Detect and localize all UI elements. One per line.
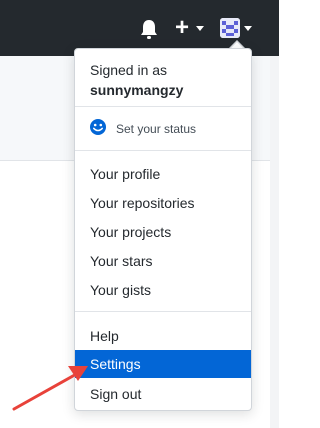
page-scroll-strip — [270, 56, 279, 428]
chevron-down-icon[interactable] — [196, 26, 204, 31]
menu-item-label: Sign out — [90, 386, 142, 402]
menu-item-sign-out[interactable]: Sign out — [75, 380, 251, 408]
menu-item-label: Settings — [90, 356, 141, 372]
divider — [75, 311, 251, 312]
menu-item-your-projects[interactable]: Your projects — [75, 218, 251, 246]
set-status-label: Set your status — [116, 122, 197, 136]
menu-item-your-profile[interactable]: Your profile — [75, 160, 251, 188]
avatar[interactable] — [220, 18, 240, 38]
avatar-chevron-down-icon[interactable] — [244, 26, 252, 31]
menu-item-label: Your projects — [90, 224, 172, 240]
signed-in-label: Signed in as — [90, 62, 168, 78]
set-status-button[interactable]: Set your status — [89, 118, 239, 140]
divider — [75, 150, 251, 151]
menu-item-your-gists[interactable]: Your gists — [75, 276, 251, 304]
smiley-icon — [90, 119, 106, 135]
menu-item-label: Your stars — [90, 253, 153, 269]
menu-item-label: Help — [90, 328, 119, 344]
menu-item-your-repositories[interactable]: Your repositories — [75, 189, 251, 217]
username: sunnymangzy — [90, 82, 184, 98]
menu-item-your-stars[interactable]: Your stars — [75, 247, 251, 275]
divider — [75, 106, 251, 107]
menu-item-settings[interactable]: Settings — [75, 350, 251, 378]
bell-icon[interactable] — [139, 18, 159, 40]
signed-in-header: Signed in as sunnymangzy — [75, 49, 251, 107]
menu-item-label: Your profile — [90, 166, 161, 182]
menu-item-label: Your gists — [90, 282, 151, 298]
menu-item-label: Your repositories — [90, 195, 195, 211]
plus-icon[interactable]: + — [175, 15, 189, 41]
user-dropdown-menu: Signed in as sunnymangzy Set your status… — [74, 48, 252, 411]
menu-item-help[interactable]: Help — [75, 322, 251, 350]
